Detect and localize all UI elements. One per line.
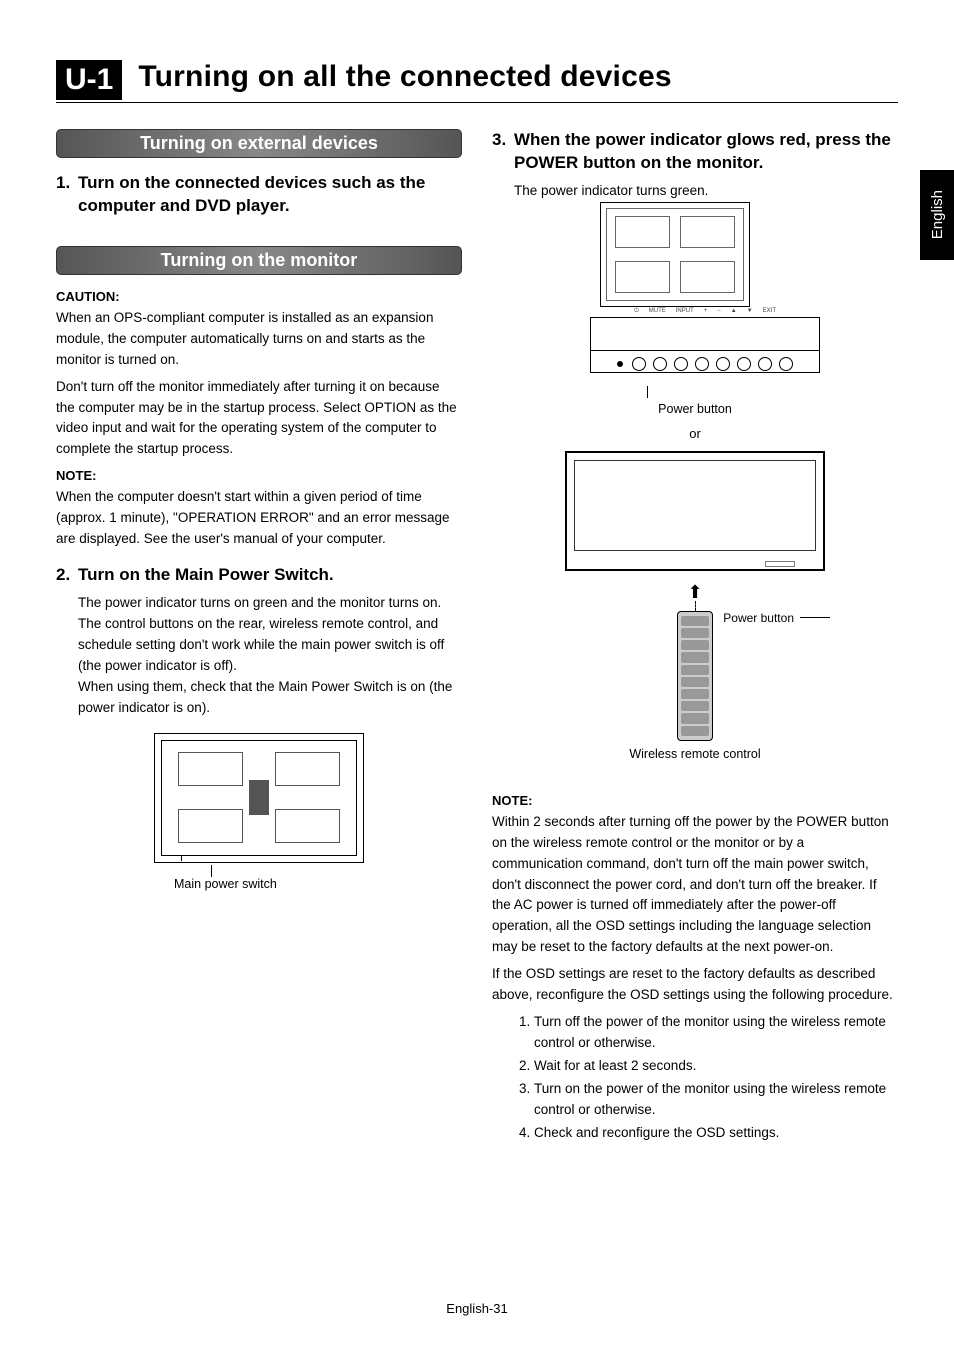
step-2-title: Turn on the Main Power Switch.	[78, 564, 334, 587]
note-label-left: NOTE:	[56, 468, 462, 483]
chapter-badge: U-1	[56, 60, 122, 100]
page-title: Turning on all the connected devices	[138, 60, 671, 94]
step-3: 3. When the power indicator glows red, p…	[492, 129, 898, 761]
note-step-1: Turn off the power of the monitor using …	[534, 1012, 898, 1054]
step-3-number: 3.	[492, 129, 514, 175]
note-step-3: Turn on the power of the monitor using t…	[534, 1079, 898, 1121]
power-led-icon	[617, 361, 623, 367]
mute-button-icon	[653, 357, 667, 371]
page-number: English-31	[0, 1301, 954, 1316]
step-1: 1. Turn on the connected devices such as…	[56, 172, 462, 218]
step-2-para-2: The control buttons on the rear, wireles…	[78, 614, 462, 677]
down-button-icon	[758, 357, 772, 371]
plus-button-icon	[695, 357, 709, 371]
content-columns: Turning on external devices 1. Turn on t…	[56, 129, 898, 1146]
page: U-1 Turning on all the connected devices…	[0, 0, 954, 1350]
or-text: or	[492, 426, 898, 441]
caution-label: CAUTION:	[56, 289, 462, 304]
arrow-up-icon: ⬆	[687, 583, 702, 601]
language-tab: English	[920, 170, 954, 260]
note-label-right: NOTE:	[492, 793, 898, 808]
note-para-right-1: Within 2 seconds after turning off the p…	[492, 812, 898, 958]
remote-caption: Wireless remote control	[629, 747, 760, 761]
note-step-4: Check and reconfigure the OSD settings.	[534, 1123, 898, 1144]
front-monitor-diagram	[565, 451, 825, 571]
step-1-number: 1.	[56, 172, 78, 218]
remote-diagram: ⬆ Power button Wireless remote control	[492, 583, 898, 761]
step-3-para-1: The power indicator turns green.	[514, 181, 898, 202]
note-para-left: When the computer doesn't start within a…	[56, 487, 462, 550]
power-button-leader-1: Power button	[492, 402, 898, 416]
control-labels-icon: ⏻MUTEINPUT+−▲▼EXIT	[591, 308, 819, 315]
section-header-external: Turning on external devices	[56, 129, 462, 158]
up-button-icon	[737, 357, 751, 371]
step-2-para-1: The power indicator turns on green and t…	[78, 593, 462, 614]
note-step-2: Wait for at least 2 seconds.	[534, 1056, 898, 1077]
note-steps-list: Turn off the power of the monitor using …	[534, 1012, 898, 1144]
right-column: 3. When the power indicator glows red, p…	[492, 129, 898, 1146]
power-button-icon	[632, 357, 646, 371]
language-tab-label: English	[929, 190, 946, 239]
minus-button-icon	[716, 357, 730, 371]
step-2: 2. Turn on the Main Power Switch. The po…	[56, 564, 462, 890]
title-row: U-1 Turning on all the connected devices	[56, 60, 898, 100]
input-button-icon	[674, 357, 688, 371]
remote-control-icon	[677, 611, 713, 741]
main-power-diagram	[154, 733, 364, 863]
main-power-switch-leader: Main power switch	[174, 877, 462, 891]
step-1-title: Turn on the connected devices such as th…	[78, 172, 462, 218]
caution-para-1: When an OPS-compliant computer is instal…	[56, 308, 462, 371]
exit-button-icon	[779, 357, 793, 371]
power-button-leader-2: Power button	[723, 611, 794, 625]
step-2-para-3: When using them, check that the Main Pow…	[78, 677, 462, 719]
caution-para-2: Don't turn off the monitor immediately a…	[56, 377, 462, 461]
section-header-monitor: Turning on the monitor	[56, 246, 462, 275]
step-3-title: When the power indicator glows red, pres…	[514, 129, 898, 175]
note-para-right-2: If the OSD settings are reset to the fac…	[492, 964, 898, 1006]
left-column: Turning on external devices 1. Turn on t…	[56, 129, 462, 1146]
step-2-number: 2.	[56, 564, 78, 587]
title-rule	[56, 102, 898, 103]
rear-control-diagram: ⏻MUTEINPUT+−▲▼EXIT	[590, 202, 800, 382]
